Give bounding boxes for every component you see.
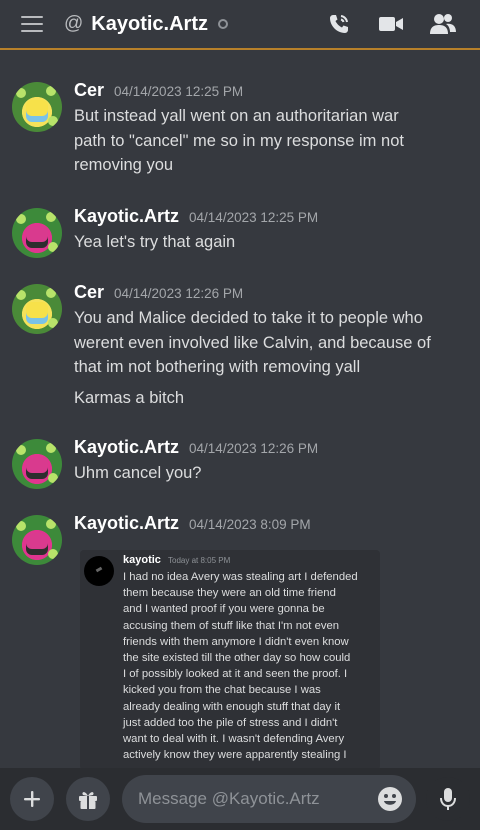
add-attachment-button[interactable]	[10, 777, 54, 821]
menu-button[interactable]	[0, 0, 64, 49]
timestamp: 04/14/2023 12:26 PM	[114, 286, 244, 301]
members-icon	[430, 14, 456, 34]
avatar[interactable]	[12, 515, 62, 565]
timestamp: 04/14/2023 12:26 PM	[189, 441, 319, 456]
embed-line: kicked you from the chat because I was	[123, 684, 321, 697]
gift-icon	[79, 792, 97, 809]
channel-name: Kayotic.Artz	[91, 12, 208, 35]
username[interactable]: Kayotic.Artz	[74, 206, 179, 227]
embed-line: accusing them of stuff like that I'm not…	[123, 619, 340, 632]
embed-line: the site existed till the other day so h…	[123, 652, 351, 665]
avatar[interactable]	[12, 82, 62, 132]
video-icon	[379, 17, 403, 31]
embed-line: just added too the pile of stress and I …	[123, 716, 338, 729]
embed-timestamp: Today at 8:05 PM	[168, 556, 231, 565]
message-line: You and Malice decided to take it to peo…	[74, 309, 423, 327]
embed-line: already dealing with enough stuff that d…	[123, 700, 341, 713]
username[interactable]: Cer	[74, 282, 104, 303]
timestamp: 04/14/2023 12:25 PM	[114, 84, 244, 99]
embed-line: I of possibly looked at it and seen the …	[123, 668, 348, 681]
image-attachment[interactable]: kayotic Today at 8:05 PM I had no idea A…	[80, 550, 380, 770]
avatar[interactable]	[12, 439, 62, 489]
timestamp: 04/14/2023 8:09 PM	[189, 517, 311, 532]
call-icon	[330, 15, 348, 33]
at-icon: @	[64, 13, 84, 34]
timestamp: 04/14/2023 12:25 PM	[189, 210, 319, 225]
embed-line: want to deal with it. I wasn't defending…	[123, 733, 345, 746]
message-text: But instead yall went on an authoritaria…	[74, 104, 466, 178]
message-line: removing you	[74, 156, 174, 174]
status-offline-icon	[218, 19, 228, 29]
message-text: Yea let's try that again	[74, 230, 466, 255]
emoji-icon[interactable]	[377, 786, 403, 812]
embed-text: I had no idea Avery was stealing art I d…	[123, 569, 373, 763]
message-line: Uhm cancel you?	[74, 464, 202, 482]
gift-button[interactable]	[66, 777, 110, 821]
username[interactable]: Kayotic.Artz	[74, 513, 179, 534]
message-line: Yea let's try that again	[74, 233, 236, 251]
message-input[interactable]	[122, 775, 416, 823]
message-line: werent even involved like Calvin, and be…	[74, 333, 431, 352]
message-text: You and Malice decided to take it to peo…	[74, 306, 466, 380]
embed-line: and I wanted proof if you were gonna be	[123, 603, 325, 616]
avatar[interactable]	[12, 208, 62, 258]
message-text: Karmas a bitch	[74, 386, 466, 411]
voice-message-button[interactable]	[426, 777, 470, 821]
channel-header[interactable]: @ Kayotic.Artz	[64, 13, 326, 36]
members-button[interactable]	[430, 11, 456, 37]
embed-line: friends with them anymore I didn't even …	[123, 635, 349, 648]
embed-avatar	[84, 556, 114, 586]
plus-icon	[24, 791, 40, 807]
embed-username: kayotic	[123, 554, 161, 566]
avatar[interactable]	[12, 284, 62, 334]
top-bar: @ Kayotic.Artz	[0, 0, 480, 50]
call-button[interactable]	[326, 11, 352, 37]
embed-line: them because they were an old time frien…	[123, 587, 336, 600]
message-line: But instead yall went on an authoritaria…	[74, 107, 399, 125]
microphone-icon	[440, 788, 456, 810]
username[interactable]: Kayotic.Artz	[74, 437, 179, 458]
embed-line: I had no idea Avery was stealing art I d…	[123, 571, 358, 583]
message-line: that im not bothering with removing yall	[74, 358, 361, 376]
video-call-button[interactable]	[378, 11, 404, 37]
embed-line: actively know they were apparently steal…	[123, 749, 347, 762]
message-list[interactable]: Cer 04/14/2023 12:25 PM But instead yall…	[0, 52, 480, 770]
menu-icon	[21, 16, 43, 32]
message-text: Uhm cancel you?	[74, 461, 466, 486]
message-line: Karmas a bitch	[74, 389, 185, 407]
composer-bar	[0, 768, 480, 830]
username[interactable]: Cer	[74, 80, 104, 101]
message-line: path to "cancel" me so in my response im…	[74, 131, 404, 150]
